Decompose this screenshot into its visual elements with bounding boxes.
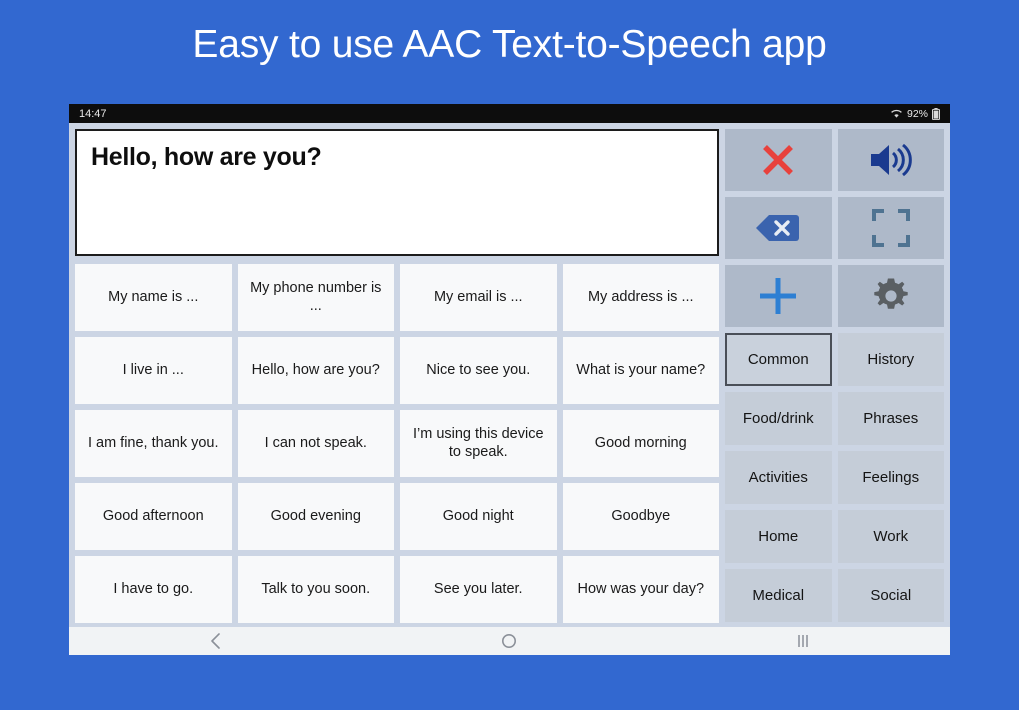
add-phrase-button[interactable]	[725, 265, 832, 327]
backspace-icon	[755, 213, 801, 243]
nav-recents-button[interactable]	[768, 628, 838, 654]
settings-button[interactable]	[837, 265, 944, 327]
phrase-tile[interactable]: Nice to see you.	[400, 337, 557, 404]
category-button-phrases[interactable]: Phrases	[837, 392, 944, 445]
speaker-icon	[868, 141, 914, 179]
control-button-grid	[725, 129, 944, 327]
category-button-label: Medical	[752, 587, 805, 604]
phrase-tile-label: What is your name?	[576, 361, 706, 378]
phrase-tile[interactable]: See you later.	[400, 556, 557, 623]
phrase-tile-label: My address is ...	[587, 288, 694, 305]
left-pane: Hello, how are you? My name is ... My pho…	[75, 129, 719, 627]
phrase-tile-label: Good evening	[270, 507, 361, 524]
status-bar-right: 92%	[890, 107, 940, 120]
wifi-icon	[890, 109, 903, 119]
phrase-tile[interactable]: My name is ...	[75, 264, 232, 331]
phrase-tile-label: Goodbye	[611, 507, 671, 524]
phrase-tile[interactable]: I have to go.	[75, 556, 232, 623]
phrase-tile[interactable]: I’m using this device to speak.	[400, 410, 557, 477]
phrase-tile-label: I can not speak.	[264, 434, 367, 451]
right-pane: Common History Food/drink Phrases Activities…	[725, 129, 944, 627]
battery-percent-label: 92%	[906, 107, 928, 120]
phrase-tile-label: Good morning	[594, 434, 687, 451]
phrase-tile-label: My name is ...	[108, 288, 199, 305]
phrase-tile-label: My phone number is ...	[250, 279, 382, 314]
app-content-area: Hello, how are you? My name is ... My pho…	[69, 123, 950, 627]
phrase-tile-label: I am fine, thank you.	[87, 434, 219, 451]
phrase-grid: My name is ... My phone number is ... My e…	[75, 264, 719, 627]
battery-icon	[932, 107, 940, 120]
phrase-tile[interactable]: My email is ...	[400, 264, 557, 331]
phrase-tile[interactable]: Goodbye	[562, 483, 719, 550]
plus-icon	[757, 275, 799, 317]
nav-back-button[interactable]	[181, 628, 251, 654]
close-x-icon	[758, 140, 798, 180]
category-button-history[interactable]: History	[837, 333, 944, 386]
status-bar-left: 14:47	[79, 108, 107, 120]
backspace-button[interactable]	[725, 197, 832, 259]
phrase-tile-label: My email is ...	[433, 288, 523, 305]
status-bar: 14:47 92%	[69, 104, 950, 123]
category-button-activities[interactable]: Activities	[725, 451, 832, 504]
phrase-tile[interactable]: How was your day?	[562, 556, 719, 623]
fullscreen-button[interactable]	[837, 197, 944, 259]
phrase-tile-label: See you later.	[433, 580, 523, 597]
category-button-label: Social	[870, 587, 912, 604]
phrase-tile[interactable]: I live in ...	[75, 337, 232, 404]
category-button-label: Common	[747, 351, 809, 368]
category-button-food-drink[interactable]: Food/drink	[725, 392, 832, 445]
phrase-tile-label: I’m using this device to speak.	[412, 425, 544, 460]
category-button-social[interactable]: Social	[837, 569, 944, 622]
recents-icon	[796, 633, 810, 649]
phrase-tile[interactable]: My address is ...	[562, 264, 719, 331]
phrase-tile-label: Good night	[442, 507, 514, 524]
category-button-feelings[interactable]: Feelings	[837, 451, 944, 504]
phrase-tile[interactable]: My phone number is ...	[237, 264, 394, 331]
tablet-device-frame: 14:47 92% Hello, how are you? My name is…	[69, 104, 950, 655]
category-button-label: Phrases	[863, 410, 919, 427]
category-button-work[interactable]: Work	[837, 510, 944, 563]
category-button-label: History	[867, 351, 915, 368]
speech-text-input[interactable]: Hello, how are you?	[75, 129, 719, 256]
fullscreen-icon	[871, 208, 911, 248]
category-button-label: Home	[758, 528, 799, 545]
category-button-label: Work	[873, 528, 909, 545]
phrase-tile-label: Hello, how are you?	[251, 361, 380, 378]
speak-button[interactable]	[837, 129, 944, 191]
phrase-tile-label: How was your day?	[577, 580, 705, 597]
category-button-grid: Common History Food/drink Phrases Activities…	[725, 333, 944, 627]
phrase-tile-label: I have to go.	[113, 580, 194, 597]
chevron-left-icon	[208, 632, 224, 650]
phrase-tile[interactable]: Good evening	[237, 483, 394, 550]
category-button-medical[interactable]: Medical	[725, 569, 832, 622]
phrase-tile[interactable]: Hello, how are you?	[237, 337, 394, 404]
phrase-tile[interactable]: I am fine, thank you.	[75, 410, 232, 477]
phrase-tile-label: Good afternoon	[102, 507, 204, 524]
category-button-label: Food/drink	[742, 410, 814, 427]
category-button-common[interactable]: Common	[725, 333, 832, 386]
phrase-tile-label: Nice to see you.	[426, 361, 531, 378]
phrase-tile[interactable]: Talk to you soon.	[237, 556, 394, 623]
page-title: Easy to use AAC Text-to-Speech app	[192, 23, 827, 66]
phrase-tile[interactable]: Good night	[400, 483, 557, 550]
clear-text-button[interactable]	[725, 129, 832, 191]
phrase-tile-label: I live in ...	[122, 361, 184, 378]
gear-icon	[872, 277, 910, 315]
phrase-tile[interactable]: Good afternoon	[75, 483, 232, 550]
phrase-tile[interactable]: Good morning	[562, 410, 719, 477]
phrase-tile[interactable]: What is your name?	[562, 337, 719, 404]
category-button-label: Activities	[748, 469, 808, 486]
status-clock: 14:47	[79, 107, 107, 120]
category-button-label: Feelings	[862, 469, 920, 486]
category-button-home[interactable]: Home	[725, 510, 832, 563]
phrase-tile-label: Talk to you soon.	[261, 580, 371, 597]
nav-home-button[interactable]	[474, 628, 544, 654]
phrase-tile[interactable]: I can not speak.	[237, 410, 394, 477]
circle-icon	[501, 633, 517, 649]
android-navigation-bar	[69, 627, 950, 655]
speech-text-value: Hello, how are you?	[91, 143, 322, 171]
